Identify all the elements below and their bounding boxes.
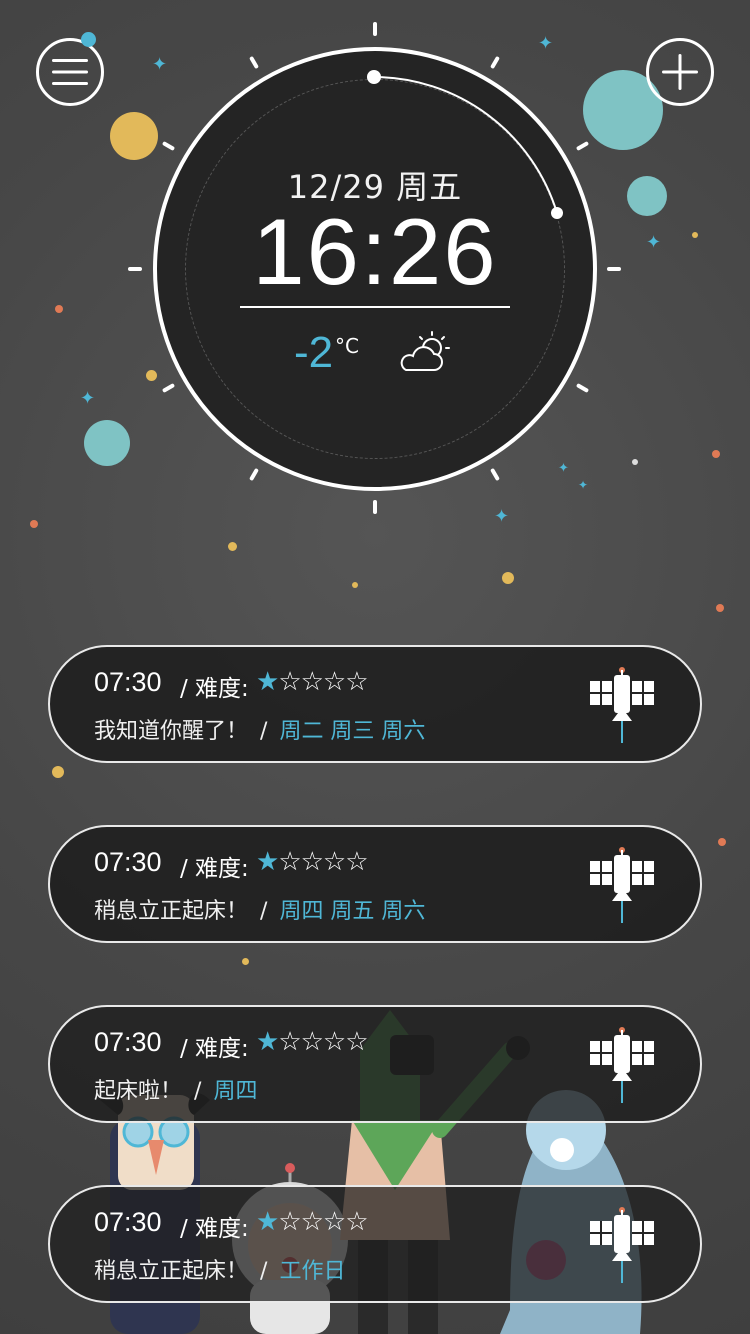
clock-tick <box>373 22 377 36</box>
satellite-icon <box>590 1207 654 1283</box>
star-dot <box>55 305 63 313</box>
difficulty-stars: ★☆☆☆☆ <box>256 847 369 877</box>
add-alarm-button[interactable] <box>646 38 714 106</box>
planet-teal-left <box>84 420 130 466</box>
star-dot <box>228 542 237 551</box>
alarm-time: 07:30 <box>94 1207 162 1237</box>
alarm-card[interactable]: 07:30 / 难度: ★☆☆☆☆ 稍息立正起床！ / 工作日 <box>48 1185 702 1303</box>
alarm-card[interactable]: 07:30 / 难度: ★☆☆☆☆ 我知道你醒了！ / 周二 周三 周六 <box>48 645 702 763</box>
alarm-separator: / <box>260 719 268 744</box>
clock-divider <box>240 306 510 308</box>
alarm-card[interactable]: 07:30 / 难度: ★☆☆☆☆ 起床啦！ / 周四 <box>48 1005 702 1123</box>
alarm-days: 周二 周三 周六 <box>279 719 426 744</box>
satellite-icon <box>590 847 654 923</box>
alarm-label: 稍息立正起床！ / 周四 周五 周六 <box>94 893 425 925</box>
menu-icon <box>52 59 88 85</box>
difficulty-label: / 难度: <box>180 856 249 882</box>
alarm-separator: / <box>260 1259 268 1284</box>
alarm-time: 07:30 <box>94 847 162 877</box>
alarm-time: 07:30 <box>94 667 162 697</box>
partly-cloudy-icon <box>400 331 450 371</box>
clock-time: 16:26 <box>252 199 498 304</box>
star-dot <box>502 572 514 584</box>
difficulty-stars: ★☆☆☆☆ <box>256 667 369 697</box>
alarm-time: 07:30 <box>94 1027 162 1057</box>
star-dot <box>352 582 358 588</box>
menu-button[interactable] <box>36 38 104 106</box>
difficulty-label: / 难度: <box>180 1216 249 1242</box>
plus-icon <box>662 54 698 90</box>
planet-yellow <box>110 112 158 160</box>
satellite-icon <box>590 667 654 743</box>
alarm-message: 稍息立正起床！ <box>94 899 249 924</box>
alarm-message: 起床啦！ <box>94 1079 183 1104</box>
alarm-label: 我知道你醒了！ / 周二 周三 周六 <box>94 713 425 745</box>
notification-dot <box>81 32 96 47</box>
star-dot <box>718 838 726 846</box>
star-dot <box>712 450 720 458</box>
alarm-separator: / <box>194 1079 202 1104</box>
sparkle-icon: ✦ <box>80 388 96 409</box>
star-dot <box>242 958 249 965</box>
star-dot <box>632 459 638 465</box>
alarm-message: 我知道你醒了！ <box>94 719 249 744</box>
satellite-icon <box>590 1027 654 1103</box>
temperature-value: -2 <box>294 328 334 377</box>
alarm-separator: / <box>260 899 268 924</box>
difficulty-label: / 难度: <box>180 1036 249 1062</box>
star-dot <box>30 520 38 528</box>
temperature-unit: °C <box>335 334 359 358</box>
difficulty-label: / 难度: <box>180 676 249 702</box>
clock-tick <box>373 500 377 514</box>
alarm-label: 起床啦！ / 周四 <box>94 1073 257 1105</box>
star-dot <box>716 604 724 612</box>
sparkle-icon: ✦ <box>494 506 510 527</box>
alarm-days: 周四 周五 周六 <box>279 899 426 924</box>
star-dot <box>52 766 64 778</box>
difficulty-stars: ★☆☆☆☆ <box>256 1027 369 1057</box>
alarm-message: 稍息立正起床！ <box>94 1259 249 1284</box>
alarm-days: 工作日 <box>279 1259 346 1284</box>
alarm-label: 稍息立正起床！ / 工作日 <box>94 1253 345 1285</box>
alarm-card[interactable]: 07:30 / 难度: ★☆☆☆☆ 稍息立正起床！ / 周四 周五 周六 <box>48 825 702 943</box>
alarm-days: 周四 <box>213 1079 258 1104</box>
difficulty-stars: ★☆☆☆☆ <box>256 1207 369 1237</box>
